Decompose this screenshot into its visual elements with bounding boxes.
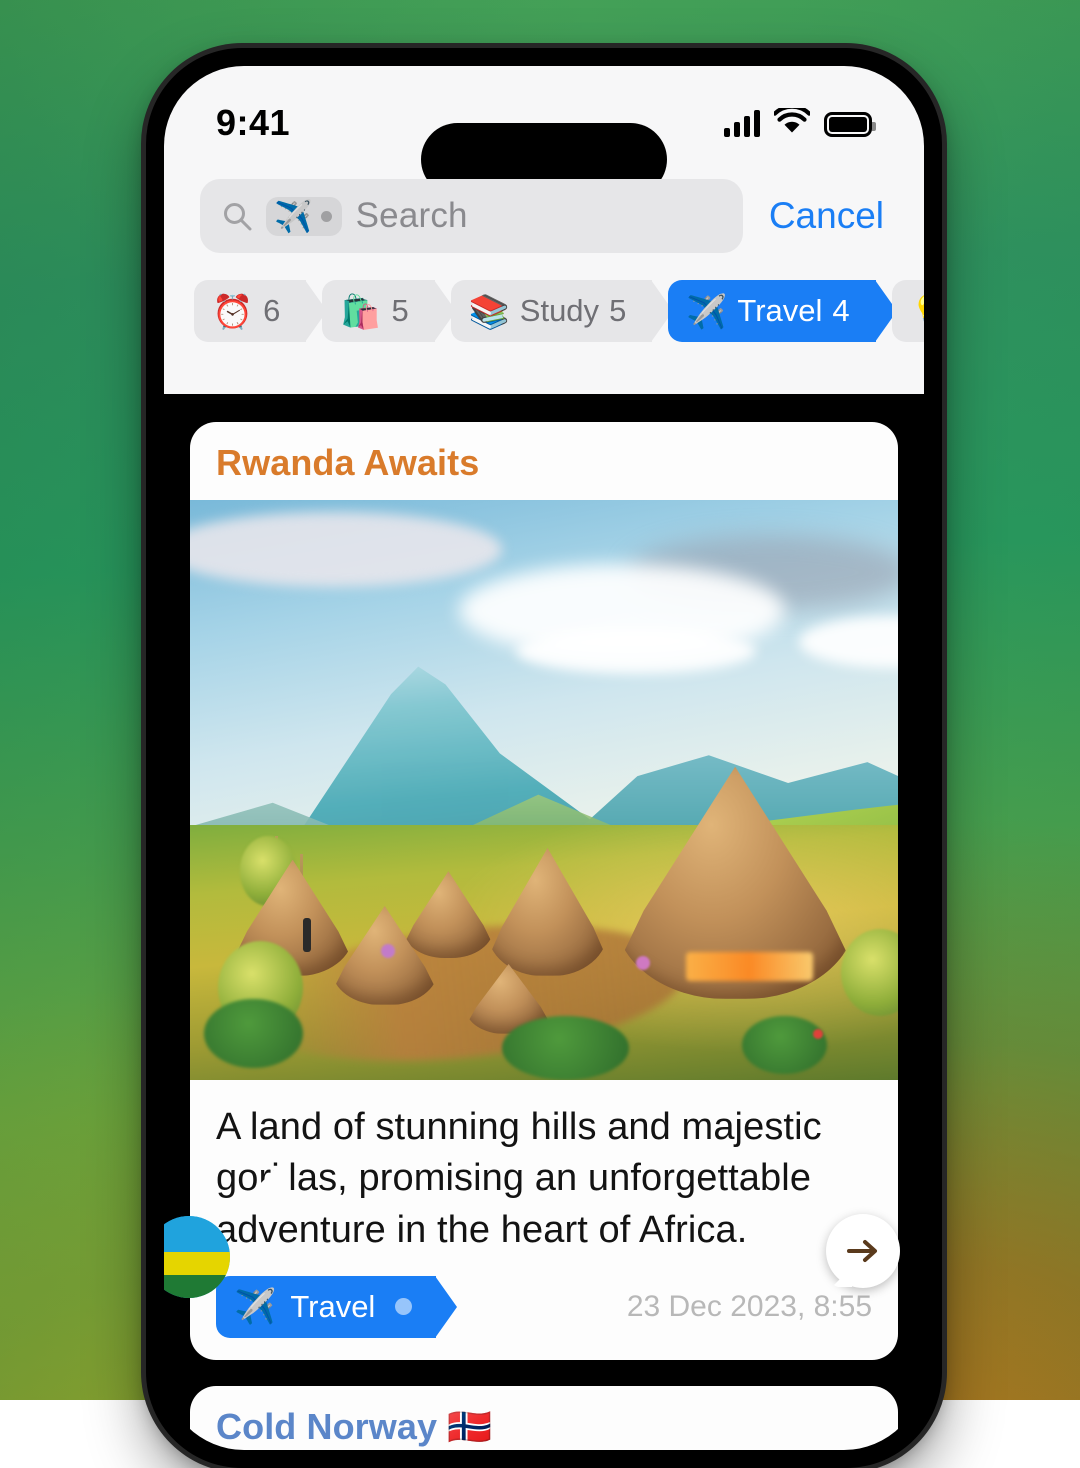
card-title: Rwanda Awaits bbox=[190, 422, 898, 500]
chip-travel[interactable]: ✈️ Travel 4 bbox=[668, 280, 875, 342]
airplane-icon: ✈️ bbox=[686, 295, 727, 328]
chip-idea[interactable]: 💡 3 bbox=[892, 280, 924, 342]
status-icons bbox=[724, 108, 872, 140]
open-arrow-button[interactable] bbox=[826, 1214, 900, 1288]
shrub bbox=[204, 999, 303, 1069]
status-bar: 9:41 bbox=[164, 66, 924, 170]
shrub bbox=[742, 1016, 827, 1074]
chip-label: Study bbox=[520, 293, 599, 329]
villager-figure bbox=[303, 918, 311, 952]
filter-chips-row: ⏰ 6 🛍️ 5 📚 Study 5 ✈️ Travel 4 bbox=[164, 262, 924, 352]
search-input[interactable]: ✈️ Search bbox=[200, 179, 743, 253]
phone-device-frame: 9:41 bbox=[146, 48, 942, 1468]
books-icon: 📚 bbox=[469, 295, 510, 328]
search-travel-token[interactable]: ✈️ bbox=[266, 197, 342, 236]
card-title: Cold Norway 🇳🇴 bbox=[190, 1386, 898, 1450]
search-placeholder: Search bbox=[356, 196, 468, 236]
chip-count: 4 bbox=[832, 293, 849, 329]
status-time: 9:41 bbox=[216, 102, 290, 144]
cloud bbox=[516, 628, 757, 674]
chip-count: 5 bbox=[609, 293, 626, 329]
chip-shopping[interactable]: 🛍️ 5 bbox=[322, 280, 434, 342]
card-photo-rwanda bbox=[190, 500, 898, 1080]
chip-label: Travel bbox=[737, 293, 822, 329]
app-top-chrome: 9:41 bbox=[164, 66, 924, 394]
tag-hole bbox=[395, 1298, 412, 1315]
arrow-right-icon bbox=[843, 1231, 883, 1271]
rwanda-flag-avatar[interactable] bbox=[164, 1216, 230, 1298]
wifi-icon bbox=[774, 108, 810, 140]
phone-screen: 9:41 bbox=[164, 66, 924, 1450]
search-icon bbox=[222, 201, 252, 231]
card-tag-travel[interactable]: ✈️ Travel bbox=[216, 1276, 436, 1338]
search-bar-row: ✈️ Search Cancel bbox=[164, 170, 924, 262]
hut-window-glow bbox=[686, 952, 813, 981]
chip-study[interactable]: 📚 Study 5 bbox=[451, 280, 653, 342]
chip-alarm[interactable]: ⏰ 6 bbox=[194, 280, 306, 342]
signal-bars-icon bbox=[724, 111, 760, 137]
chip-count: 5 bbox=[391, 293, 408, 329]
alarm-clock-icon: ⏰ bbox=[212, 295, 253, 328]
card-body-text: A land of stunning hills and majestic go… bbox=[190, 1080, 898, 1262]
shopping-bags-icon: 🛍️ bbox=[340, 295, 381, 328]
flag-stripe-yellow bbox=[164, 1252, 230, 1275]
battery-icon bbox=[824, 112, 872, 137]
token-dot bbox=[321, 211, 332, 222]
flower bbox=[636, 956, 650, 970]
flag-stripe-blue bbox=[164, 1216, 230, 1252]
airplane-icon: ✈️ bbox=[234, 1290, 276, 1324]
cancel-button[interactable]: Cancel bbox=[765, 195, 888, 237]
card-timestamp: 23 Dec 2023, 8:55 bbox=[627, 1290, 872, 1324]
note-card-rwanda[interactable]: Rwanda Awaits bbox=[190, 422, 898, 1360]
airplane-icon: ✈️ bbox=[274, 201, 313, 232]
shrub bbox=[502, 1016, 629, 1080]
note-card-norway[interactable]: Cold Norway 🇳🇴 bbox=[190, 1386, 898, 1450]
chip-count: 6 bbox=[263, 293, 280, 329]
light-bulb-icon: 💡 bbox=[910, 295, 924, 328]
card-footer: ✈️ Travel 23 Dec 2023, 8:55 bbox=[190, 1262, 898, 1360]
tag-label: Travel bbox=[290, 1289, 375, 1325]
notes-feed[interactable]: Rwanda Awaits bbox=[164, 394, 924, 1450]
flag-stripe-green bbox=[164, 1275, 230, 1298]
